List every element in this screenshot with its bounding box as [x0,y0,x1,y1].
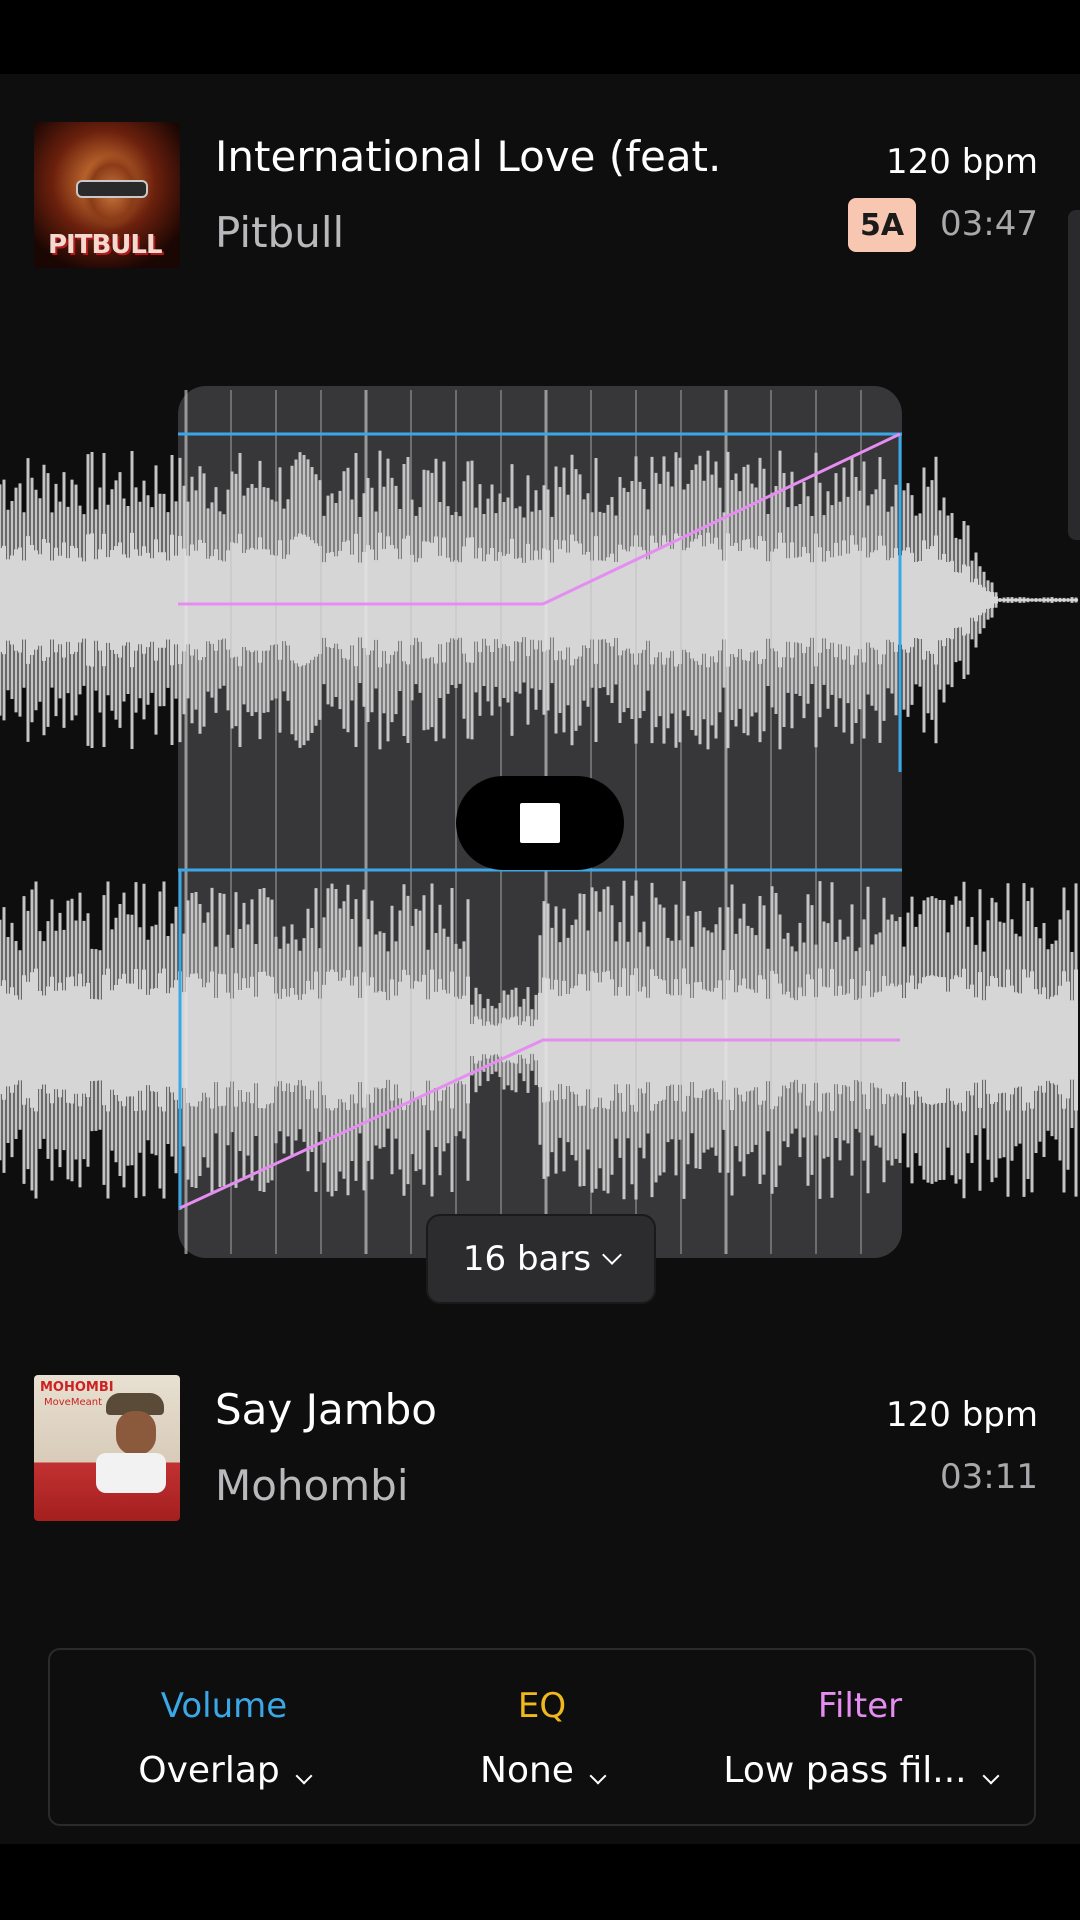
track-title: Say Jambo [215,1385,437,1434]
cover-shirt [96,1453,166,1493]
transition-editor-screen: PITBULL International Love (feat. Pitbul… [0,0,1080,1920]
chevron-down-icon [589,1767,607,1785]
chevron-down-icon [295,1767,313,1785]
transition-length-label: 16 bars [462,1239,592,1279]
stop-button[interactable] [456,776,624,870]
cover-logo-text: MOHOMBI [40,1380,114,1395]
key-badge: 5A [848,198,916,252]
filter-label: Filter [817,1686,903,1726]
outgoing-track[interactable]: PITBULL International Love (feat. Pitbul… [34,122,1046,268]
eq-label: EQ [517,1686,567,1726]
navigation-bar [0,1844,1080,1920]
eq-control[interactable]: EQ None [382,1650,702,1824]
eq-dropdown[interactable]: None [382,1750,702,1791]
cover-face [116,1411,156,1455]
filter-dropdown[interactable]: Low pass fil... [700,1750,1020,1791]
track-duration: 03:47 [940,204,1038,244]
filter-value: Low pass fil... [723,1750,967,1791]
chevron-down-icon [602,1245,622,1265]
track-bpm: 120 bpm [886,1395,1038,1435]
track-title: International Love (feat. [215,132,722,181]
cover-logo-text: PITBULL [48,230,163,260]
volume-control[interactable]: Volume Overlap [64,1650,384,1824]
transition-length-dropdown[interactable]: 16 bars [426,1214,656,1304]
transition-controls: Volume Overlap EQ None Filter Low pass f… [48,1648,1036,1826]
filter-control[interactable]: Filter Low pass fil... [700,1650,1020,1824]
volume-label: Volume [160,1686,288,1726]
volume-value: Overlap [138,1750,280,1791]
status-bar [0,0,1080,74]
volume-dropdown[interactable]: Overlap [64,1750,384,1791]
cover-subtitle-text: MoveMeant [44,1397,102,1408]
chevron-down-icon [982,1767,1000,1785]
album-cover-mohombi: MOHOMBI MoveMeant [34,1375,180,1521]
track-bpm: 120 bpm [886,142,1038,182]
track-duration: 03:11 [940,1457,1038,1497]
track-artist: Pitbull [215,208,345,257]
cover-glasses [76,180,148,198]
album-cover-pitbull: PITBULL [34,122,180,268]
incoming-track[interactable]: MOHOMBI MoveMeant Say Jambo Mohombi 120 … [34,1375,1046,1521]
eq-value: None [480,1750,574,1791]
track-artist: Mohombi [215,1461,409,1510]
stop-icon [520,803,560,843]
